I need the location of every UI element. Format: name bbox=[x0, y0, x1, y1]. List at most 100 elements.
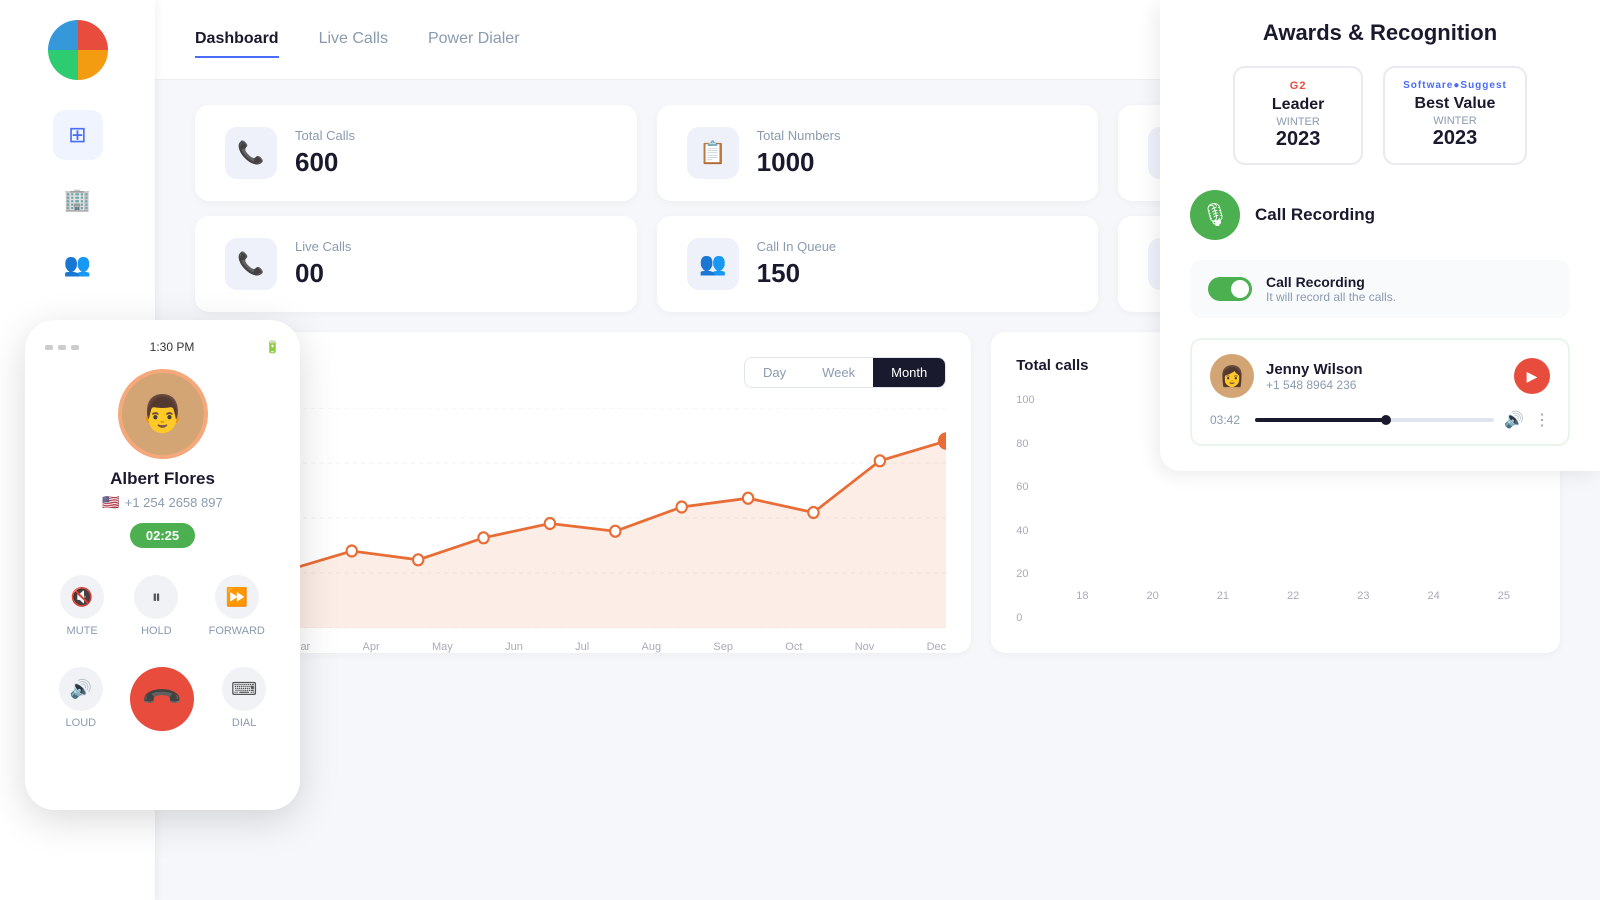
bar-group-22: 22 bbox=[1262, 584, 1324, 602]
stat-total-calls: 📞 Total Calls 600 bbox=[195, 105, 637, 201]
progress-dot bbox=[1381, 415, 1391, 425]
end-call-button[interactable]: 📞 bbox=[117, 654, 208, 745]
sidebar-item-users[interactable]: 👥 bbox=[53, 240, 103, 290]
call-recording-section: 🎙 Call Recording bbox=[1190, 190, 1570, 240]
line-chart-card: es Day Week Month bbox=[195, 332, 971, 653]
flag-icon: 🇺🇸 bbox=[102, 494, 119, 511]
period-week[interactable]: Week bbox=[804, 358, 873, 387]
bar-group-20: 20 bbox=[1122, 584, 1184, 602]
badge-software: Software●Suggest Best Value WINTER 2023 bbox=[1383, 66, 1527, 165]
badge-sw-label: Software●Suggest bbox=[1403, 80, 1507, 91]
audio-progress-bar: 03:42 🔊 ⋮ bbox=[1210, 410, 1550, 430]
line-chart: Feb Mar Apr May Jun Jul Aug Sep Oct Nov … bbox=[220, 408, 946, 628]
hold-icon: ⏸ bbox=[134, 575, 178, 619]
stat-live-calls: 📞 Live Calls 00 bbox=[195, 216, 637, 312]
forward-control[interactable]: ⏩ FORWARD bbox=[209, 575, 265, 637]
phone-status-bar: 1:30 PM 🔋 bbox=[25, 335, 300, 359]
total-numbers-icon: 📋 bbox=[687, 127, 739, 179]
progress-fill bbox=[1255, 418, 1386, 422]
total-numbers-value: 1000 bbox=[757, 147, 841, 178]
caller-number: +1 548 8964 236 bbox=[1266, 378, 1363, 392]
period-day[interactable]: Day bbox=[745, 358, 804, 387]
live-calls-label: Live Calls bbox=[295, 239, 351, 254]
toggle-row: Call Recording It will record all the ca… bbox=[1190, 260, 1570, 318]
bar-group-18: 18 bbox=[1051, 584, 1113, 602]
hold-control[interactable]: ⏸ HOLD bbox=[134, 575, 178, 637]
loud-icon: 🔊 bbox=[59, 667, 103, 711]
phone-number-text: +1 254 2658 897 bbox=[125, 495, 223, 510]
dial-icon: ⌨ bbox=[222, 667, 266, 711]
line-chart-header: es Day Week Month bbox=[220, 357, 946, 388]
awards-panel: Awards & Recognition G2 Leader WINTER 20… bbox=[1160, 0, 1600, 471]
loud-control[interactable]: 🔊 LOUD bbox=[59, 667, 103, 731]
play-button[interactable]: ▶ bbox=[1514, 358, 1550, 394]
awards-badges: G2 Leader WINTER 2023 Software●Suggest B… bbox=[1190, 66, 1570, 165]
period-month[interactable]: Month bbox=[873, 358, 945, 387]
phone-timer: 02:25 bbox=[130, 523, 195, 548]
signal-dot-3 bbox=[71, 345, 79, 350]
recording-toggle[interactable] bbox=[1208, 277, 1252, 301]
badge-g2-sub: WINTER bbox=[1276, 116, 1319, 128]
phone-controls-row2: 🔊 LOUD 📞 ⌨ DIAL bbox=[25, 652, 300, 746]
bar-chart-title: Total calls bbox=[1016, 357, 1088, 374]
forward-icon: ⏩ bbox=[215, 575, 259, 619]
recording-icon: 🎙 bbox=[1190, 190, 1240, 240]
mute-icon: 🔇 bbox=[60, 575, 104, 619]
signal-dot-1 bbox=[45, 345, 53, 350]
sidebar-item-building[interactable]: 🏢 bbox=[53, 175, 103, 225]
call-recording-card: 👩 Jenny Wilson +1 548 8964 236 ▶ 03:42 🔊… bbox=[1190, 338, 1570, 446]
badge-g2: G2 Leader WINTER 2023 bbox=[1233, 66, 1363, 165]
period-buttons: Day Week Month bbox=[744, 357, 946, 388]
phone-avatar: 👨 bbox=[118, 369, 208, 459]
awards-title: Awards & Recognition bbox=[1190, 20, 1570, 46]
hold-label: HOLD bbox=[141, 625, 172, 637]
phone-signal bbox=[45, 345, 79, 350]
stat-total-numbers: 📋 Total Numbers 1000 bbox=[657, 105, 1099, 201]
bar-group-23: 23 bbox=[1332, 584, 1394, 602]
total-calls-icon: 📞 bbox=[225, 127, 277, 179]
toggle-label: Call Recording bbox=[1266, 274, 1396, 290]
live-calls-icon: 📞 bbox=[225, 238, 277, 290]
battery-icon: 🔋 bbox=[265, 340, 280, 354]
toggle-sub: It will record all the calls. bbox=[1266, 290, 1396, 304]
phone-caller-number: 🇺🇸 +1 254 2658 897 bbox=[102, 494, 222, 511]
phone-time: 1:30 PM bbox=[150, 340, 195, 354]
total-calls-value: 600 bbox=[295, 147, 355, 178]
mute-control[interactable]: 🔇 MUTE bbox=[60, 575, 104, 637]
queue-value: 150 bbox=[757, 258, 837, 289]
tab-power-dialer[interactable]: Power Dialer bbox=[428, 22, 520, 58]
x-axis-labels: Feb Mar Apr May Jun Jul Aug Sep Oct Nov … bbox=[220, 633, 946, 653]
recording-title: Call Recording bbox=[1255, 205, 1375, 225]
badge-g2-label: G2 bbox=[1290, 80, 1307, 92]
loud-label: LOUD bbox=[66, 717, 97, 729]
badge-sw-year: 2023 bbox=[1433, 127, 1478, 150]
phone-caller-name: Albert Flores bbox=[110, 469, 215, 489]
dial-control[interactable]: ⌨ DIAL bbox=[222, 667, 266, 731]
call-card-top: 👩 Jenny Wilson +1 548 8964 236 ▶ bbox=[1210, 354, 1550, 398]
tab-dashboard[interactable]: Dashboard bbox=[195, 22, 279, 58]
y-axis-labels: 100 80 60 40 20 0 bbox=[1016, 394, 1034, 624]
stat-call-queue: 👥 Call In Queue 150 bbox=[657, 216, 1099, 312]
phone-controls-row1: 🔇 MUTE ⏸ HOLD ⏩ FORWARD bbox=[25, 560, 300, 652]
queue-icon: 👥 bbox=[687, 238, 739, 290]
caller-name: Jenny Wilson bbox=[1266, 361, 1363, 378]
total-numbers-label: Total Numbers bbox=[757, 128, 841, 143]
phone-overlay: 1:30 PM 🔋 👨 Albert Flores 🇺🇸 +1 254 2658… bbox=[25, 320, 300, 810]
sidebar-item-dashboard[interactable]: ⊞ bbox=[53, 110, 103, 160]
volume-icon[interactable]: 🔊 bbox=[1504, 410, 1524, 430]
tab-live-calls[interactable]: Live Calls bbox=[319, 22, 388, 58]
bar-group-21: 21 bbox=[1192, 584, 1254, 602]
caller-avatar: 👩 bbox=[1210, 354, 1254, 398]
more-icon[interactable]: ⋮ bbox=[1534, 410, 1550, 430]
total-calls-label: Total Calls bbox=[295, 128, 355, 143]
bar-group-24: 24 bbox=[1403, 584, 1465, 602]
audio-current-time: 03:42 bbox=[1210, 413, 1245, 427]
live-calls-value: 00 bbox=[295, 258, 351, 289]
mute-label: MUTE bbox=[67, 625, 98, 637]
badge-sw-main: Best Value bbox=[1415, 95, 1496, 113]
progress-track[interactable] bbox=[1255, 418, 1494, 422]
forward-label: FORWARD bbox=[209, 625, 265, 637]
badge-sw-sub: WINTER bbox=[1433, 115, 1476, 127]
app-logo bbox=[48, 20, 108, 80]
dial-label: DIAL bbox=[232, 717, 256, 729]
